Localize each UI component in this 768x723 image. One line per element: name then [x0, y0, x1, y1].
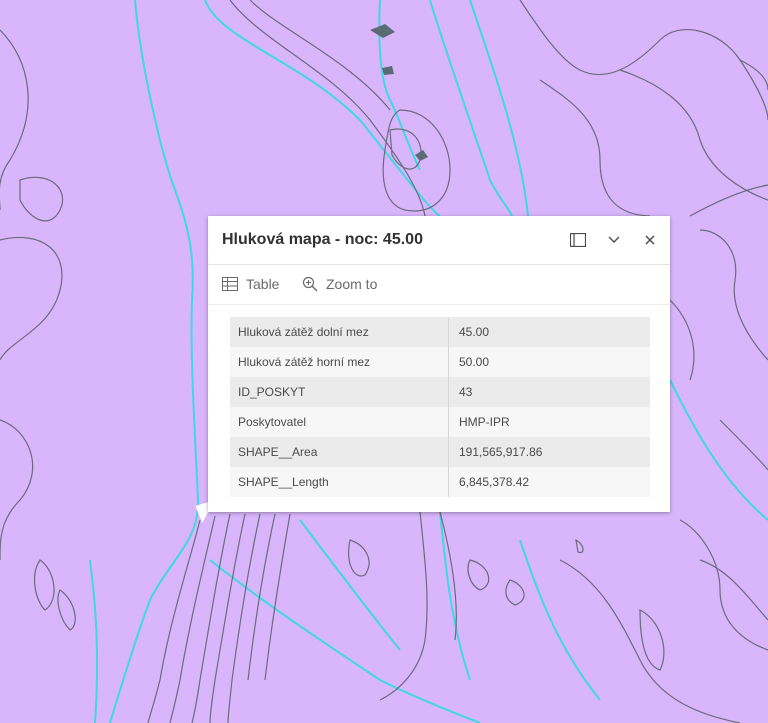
attribute-name: Poskytovatel — [230, 407, 449, 437]
popup-actions: Table Zoom to — [208, 264, 670, 305]
attribute-name: SHAPE__Length — [230, 467, 449, 497]
attribute-value: HMP-IPR — [448, 407, 650, 437]
close-button[interactable] — [638, 228, 662, 252]
zoom-to-action[interactable]: Zoom to — [302, 274, 377, 294]
attribute-value: 50.00 — [448, 347, 650, 377]
attribute-name: ID_POSKYT — [230, 377, 449, 407]
popup-title: Hluková mapa - noc: 45.00 — [222, 231, 423, 248]
attribute-name: Hluková zátěž horní mez — [230, 347, 449, 377]
table-row: ID_POSKYT 43 — [230, 377, 650, 407]
popup-header: Hluková mapa - noc: 45.00 — [208, 216, 670, 265]
attribute-value: 191,565,917.86 — [448, 437, 650, 467]
dock-button[interactable] — [566, 228, 590, 252]
table-row: Hluková zátěž horní mez 50.00 — [230, 347, 650, 377]
feature-popup: Hluková mapa - noc: 45.00 Table Zoom to … — [208, 216, 670, 512]
table-action[interactable]: Table — [222, 274, 279, 294]
table-row: SHAPE__Length 6,845,378.42 — [230, 467, 650, 497]
attribute-value: 6,845,378.42 — [448, 467, 650, 497]
attribute-table: Hluková zátěž dolní mez 45.00 Hluková zát… — [230, 317, 650, 497]
table-row: Poskytovatel HMP-IPR — [230, 407, 650, 437]
table-icon — [222, 277, 238, 291]
table-action-label: Table — [246, 276, 280, 292]
attribute-name: Hluková zátěž dolní mez — [230, 317, 449, 347]
attribute-name: SHAPE__Area — [230, 437, 449, 467]
attribute-value: 43 — [448, 377, 650, 407]
table-row: Hluková zátěž dolní mez 45.00 — [230, 317, 650, 347]
dock-icon — [570, 233, 586, 247]
close-icon — [645, 235, 655, 245]
zoom-to-action-label: Zoom to — [326, 276, 378, 292]
collapse-button[interactable] — [602, 228, 626, 252]
table-row: SHAPE__Area 191,565,917.86 — [230, 437, 650, 467]
attribute-value: 45.00 — [448, 317, 650, 347]
zoom-to-icon — [302, 276, 318, 292]
chevron-down-icon — [608, 236, 620, 243]
